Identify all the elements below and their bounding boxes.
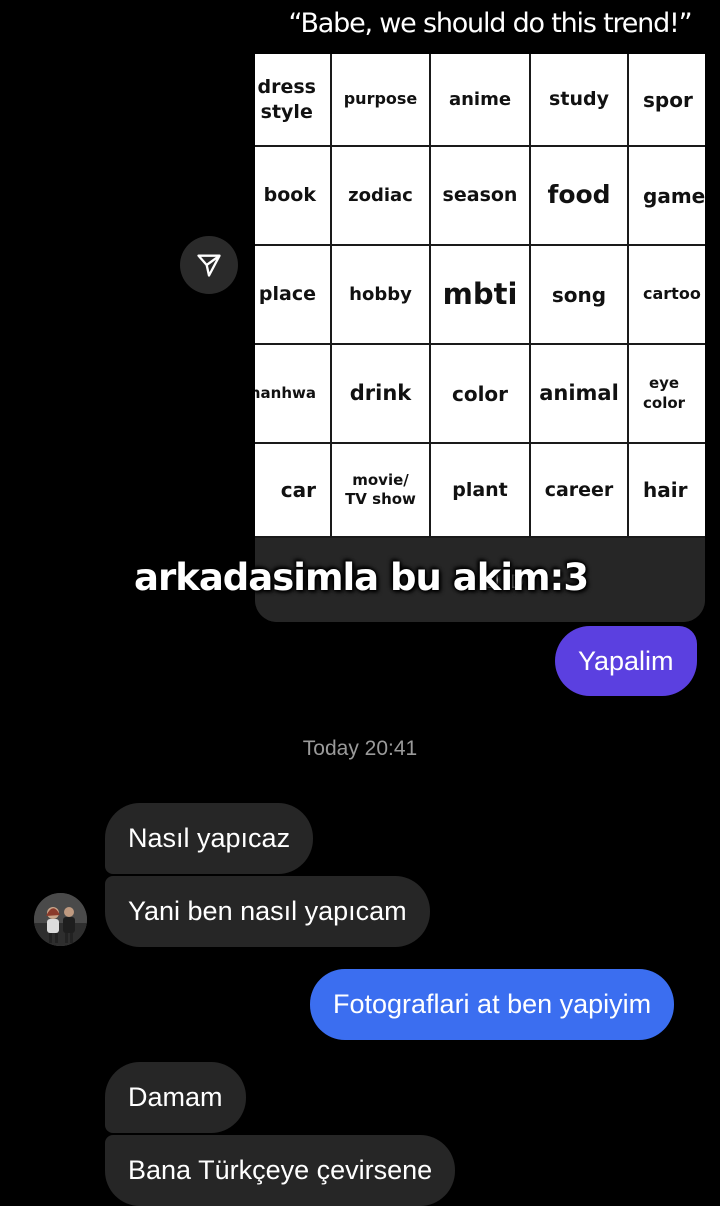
grid-cell: season (431, 147, 531, 246)
grid-cell: movie/ TV show (332, 444, 431, 538)
grid-cell: food (531, 147, 629, 246)
message-incoming[interactable]: Bana Türkçeye çevirsene (105, 1135, 456, 1206)
grid-cell: dress style (255, 54, 332, 147)
grid-cell: purpose (332, 54, 431, 147)
grid-cell: study (531, 54, 629, 147)
sender-avatar[interactable] (34, 893, 87, 946)
grid-cell: car (255, 444, 332, 538)
share-button[interactable] (180, 236, 238, 294)
grid-cell: zodiac (332, 147, 431, 246)
grid-cell: plant (431, 444, 531, 538)
message-timestamp: Today 20:41 (302, 737, 418, 760)
grid-cell: eye color (629, 345, 705, 444)
grid-cell: anime (431, 54, 531, 147)
grid-cell: manhwa (255, 345, 332, 444)
post-image: dress style purpose anime study spor book zodi… (255, 0, 705, 538)
grid-cell: game (629, 147, 705, 246)
grid-cell: color (431, 345, 531, 444)
message-incoming[interactable]: Nasıl yapıcaz (105, 803, 314, 874)
grid-cell: place (255, 246, 332, 345)
grid-cell: drink (332, 345, 431, 444)
post-quote-text: “Babe, we should do this trend!” (288, 8, 693, 39)
shared-post-card[interactable]: dress style purpose anime study spor book zodi… (255, 0, 705, 622)
grid-cell: hair (629, 444, 705, 538)
grid-cell: book (255, 147, 332, 246)
grid-cell: hobby (332, 246, 431, 345)
overlay-caption: arkadasimla bu akim:3 (134, 556, 589, 599)
grid-cell: cartoo (629, 246, 705, 345)
profile-photo (34, 893, 87, 946)
message-incoming[interactable]: Damam (105, 1062, 246, 1133)
grid-cell: spor (629, 54, 705, 147)
message-outgoing[interactable]: Fotograflari at ben yapiyim (310, 969, 675, 1040)
grid-cell: animal (531, 345, 629, 444)
paper-plane-icon (197, 254, 221, 277)
grid-cell: song (531, 246, 629, 345)
message-incoming[interactable]: Yani ben nasıl yapıcam (105, 876, 430, 947)
grid-cell: mbti (431, 246, 531, 345)
grid-cell: career (531, 444, 629, 538)
message-outgoing[interactable]: Yapalim (555, 626, 697, 696)
